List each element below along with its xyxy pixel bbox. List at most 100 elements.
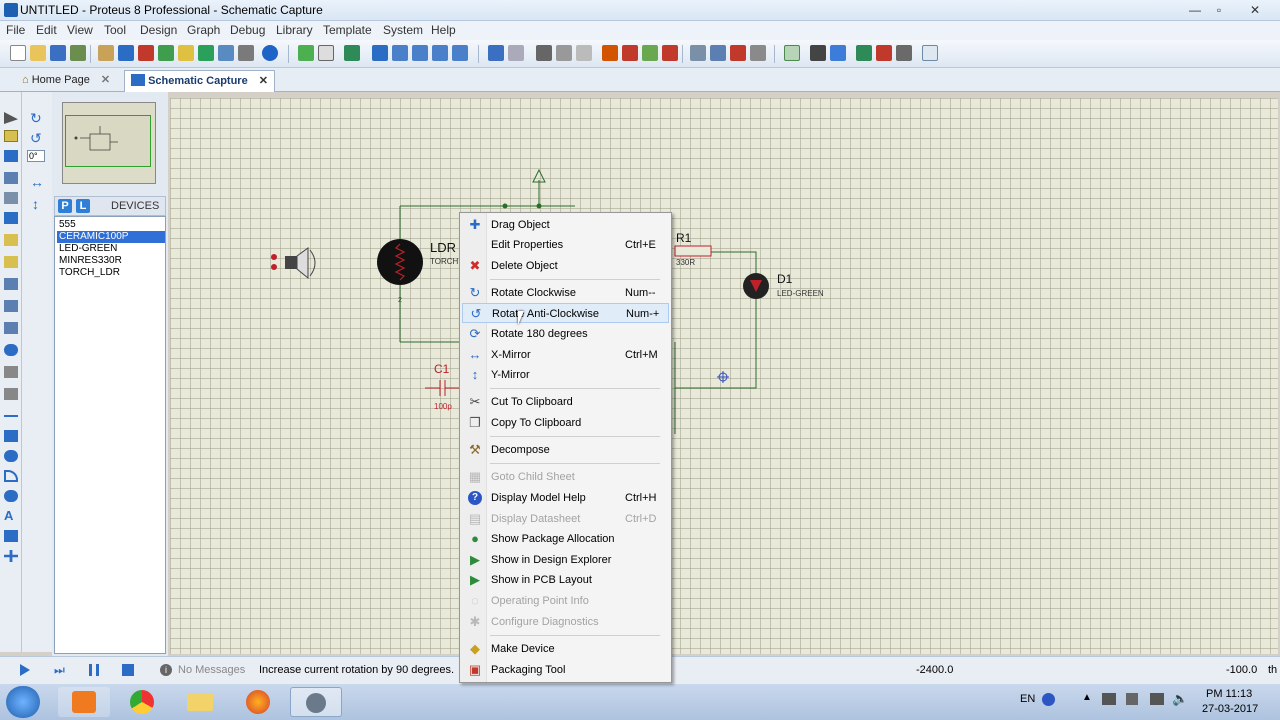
device-pins-icon[interactable] bbox=[4, 278, 18, 290]
graph-mode-icon[interactable] bbox=[4, 300, 18, 312]
box-icon[interactable] bbox=[4, 430, 18, 442]
menu-template[interactable]: Template bbox=[323, 23, 372, 37]
list-item[interactable]: TORCH_LDR bbox=[57, 267, 165, 279]
menu-item-delete-object[interactable]: ✖ Delete Object bbox=[462, 256, 669, 276]
schematic-icon[interactable] bbox=[118, 45, 134, 61]
origin-icon[interactable] bbox=[344, 45, 360, 61]
component-mode-icon[interactable] bbox=[4, 130, 18, 142]
menu-item-packaging-tool[interactable]: ▣ Packaging Tool bbox=[462, 660, 669, 680]
tab-close-icon[interactable]: ✕ bbox=[101, 74, 110, 86]
menu-item-cut[interactable]: ✂ Cut To Clipboard bbox=[462, 392, 669, 412]
text-icon[interactable]: A bbox=[4, 509, 18, 522]
block-rotate-icon[interactable] bbox=[642, 45, 658, 61]
minimize-button[interactable]: — bbox=[1184, 2, 1206, 18]
exit-to-parent-icon[interactable] bbox=[896, 45, 912, 61]
zoom-all-icon[interactable] bbox=[432, 45, 448, 61]
cut-icon[interactable] bbox=[536, 45, 552, 61]
make-device-icon[interactable] bbox=[710, 45, 726, 61]
menu-item-show-in-pcb-layout[interactable]: ▶ Show in PCB Layout bbox=[462, 570, 669, 590]
menu-system[interactable]: System bbox=[383, 23, 423, 37]
clock-time[interactable]: PM 11:13 bbox=[1206, 688, 1252, 700]
bom-icon[interactable] bbox=[178, 45, 194, 61]
source-icon[interactable] bbox=[218, 45, 234, 61]
list-item[interactable]: MINRES330R bbox=[57, 255, 165, 267]
list-item[interactable]: 555 bbox=[57, 219, 165, 231]
menu-design[interactable]: Design bbox=[140, 23, 177, 37]
menu-item-copy[interactable]: ❐ Copy To Clipboard bbox=[462, 413, 669, 433]
pause-button[interactable] bbox=[89, 664, 99, 676]
list-item-selected[interactable]: CERAMIC100P bbox=[57, 231, 165, 243]
menu-item-show-package-allocation[interactable]: ● Show Package Allocation bbox=[462, 529, 669, 549]
menu-item-rotate-anticlockwise[interactable]: ↺ Rotate Anti-Clockwise Num-+ bbox=[462, 303, 669, 323]
tab-close-icon[interactable]: ✕ bbox=[259, 75, 268, 87]
menu-item-rotate-clockwise[interactable]: ↻ Rotate Clockwise Num-- bbox=[462, 283, 669, 303]
menu-item-display-model-help[interactable]: ? Display Model Help Ctrl+H bbox=[462, 488, 669, 508]
path-icon[interactable] bbox=[4, 490, 18, 502]
pcb-icon[interactable] bbox=[138, 45, 154, 61]
generator-mode-icon[interactable] bbox=[4, 344, 18, 356]
play-button[interactable] bbox=[20, 664, 30, 676]
remove-sheet-icon[interactable] bbox=[876, 45, 892, 61]
menu-item-rotate-180[interactable]: ⟳ Rotate 180 degrees bbox=[462, 324, 669, 344]
copy-icon[interactable] bbox=[556, 45, 572, 61]
monitor-icon[interactable] bbox=[1150, 693, 1164, 705]
zoom-in-icon[interactable] bbox=[392, 45, 408, 61]
calculator-icon[interactable] bbox=[238, 45, 254, 61]
bill-of-materials-icon[interactable] bbox=[922, 45, 938, 61]
taskbar-app[interactable] bbox=[174, 687, 226, 717]
tape-recorder-icon[interactable] bbox=[4, 322, 18, 334]
pick-device-icon[interactable] bbox=[690, 45, 706, 61]
library-manager-button[interactable]: L bbox=[76, 199, 90, 213]
messages-status[interactable]: No Messages bbox=[178, 664, 245, 676]
rotation-angle-field[interactable]: 0° bbox=[27, 150, 45, 162]
text-script-icon[interactable] bbox=[4, 192, 18, 204]
menu-item-show-in-design-explorer[interactable]: ▶ Show in Design Explorer bbox=[462, 550, 669, 570]
subcircuit-icon[interactable] bbox=[4, 234, 18, 246]
x-mirror-icon[interactable]: ↔ bbox=[30, 174, 44, 190]
tab-home-page[interactable]: ⌂ Home Page ✕ bbox=[16, 70, 116, 92]
menu-help[interactable]: Help bbox=[431, 23, 456, 37]
vsm-icon[interactable] bbox=[198, 45, 214, 61]
paste-icon[interactable] bbox=[576, 45, 592, 61]
wire-label-icon[interactable] bbox=[4, 172, 18, 184]
terminals-icon[interactable] bbox=[4, 256, 18, 268]
buses-icon[interactable] bbox=[4, 212, 18, 224]
tab-schematic-capture[interactable]: Schematic Capture ✕ bbox=[124, 70, 275, 92]
menu-item-edit-properties[interactable]: Edit Properties Ctrl+E bbox=[462, 235, 669, 255]
decompose-icon[interactable] bbox=[750, 45, 766, 61]
start-button[interactable] bbox=[6, 686, 40, 718]
grid-icon[interactable] bbox=[318, 45, 334, 61]
step-button[interactable]: ⏭ bbox=[54, 664, 66, 676]
wire-autorouter-icon[interactable] bbox=[784, 45, 800, 61]
zoom-area-icon[interactable] bbox=[452, 45, 468, 61]
devices-list[interactable]: 555 CERAMIC100P LED-GREEN MINRES330R TOR… bbox=[54, 216, 166, 654]
menu-item-decompose[interactable]: ⚒ Decompose bbox=[462, 440, 669, 460]
refresh-icon[interactable] bbox=[298, 45, 314, 61]
menu-item-make-device[interactable]: ◆ Make Device bbox=[462, 639, 669, 659]
clock-date[interactable]: 27-03-2017 bbox=[1202, 703, 1258, 715]
menu-debug[interactable]: Debug bbox=[230, 23, 265, 37]
pan-icon[interactable] bbox=[372, 45, 388, 61]
restore-button[interactable]: ▫ bbox=[1208, 2, 1230, 18]
network-icon[interactable] bbox=[1102, 693, 1116, 705]
redo-icon[interactable] bbox=[508, 45, 524, 61]
help-tray-icon[interactable] bbox=[1042, 693, 1055, 706]
menu-item-drag-object[interactable]: ✚ Drag Object bbox=[462, 215, 669, 235]
block-delete-icon[interactable] bbox=[662, 45, 678, 61]
symbol-icon[interactable] bbox=[4, 530, 18, 542]
schematic-canvas[interactable]: 2 LDR TORCH R1 330R D1 LED-GREEN C1 100p bbox=[170, 98, 1278, 654]
home-icon[interactable] bbox=[98, 45, 114, 61]
marker-icon[interactable] bbox=[4, 550, 18, 562]
save-icon[interactable] bbox=[50, 45, 66, 61]
menu-view[interactable]: View bbox=[67, 23, 93, 37]
taskbar-app[interactable] bbox=[232, 687, 284, 717]
stop-button[interactable] bbox=[122, 664, 134, 676]
zoom-out-icon[interactable] bbox=[412, 45, 428, 61]
undo-icon[interactable] bbox=[488, 45, 504, 61]
help-icon[interactable] bbox=[262, 45, 278, 61]
language-indicator[interactable]: EN bbox=[1020, 693, 1035, 705]
junction-dot-icon[interactable] bbox=[4, 150, 18, 162]
menu-item-x-mirror[interactable]: ↔ X-Mirror Ctrl+M bbox=[462, 345, 669, 365]
taskbar-app[interactable] bbox=[116, 687, 168, 717]
packaging-tool-icon[interactable] bbox=[730, 45, 746, 61]
